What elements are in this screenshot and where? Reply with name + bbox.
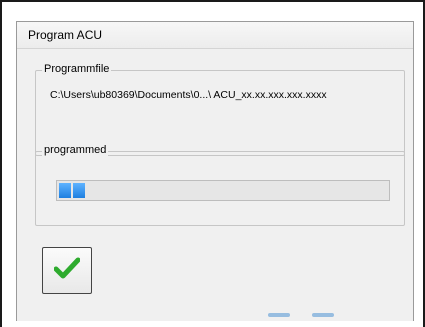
file-path: C:\Users\ub80369\Documents\0...\ ACU_xx.… [50, 89, 327, 101]
programmfile-label: Programmfile [42, 63, 112, 75]
programmed-group: programmed [35, 144, 405, 226]
window-title: Program ACU [28, 28, 103, 42]
checkmark-icon [53, 257, 81, 284]
program-acu-dialog: Program ACU Programmfile C:\Users\ub8036… [16, 21, 414, 321]
programmed-label: programmed [42, 144, 109, 156]
progress-segment [59, 183, 71, 198]
taskbar-mark [312, 313, 334, 317]
title-bar[interactable]: Program ACU [17, 22, 413, 49]
taskbar-mark [268, 313, 290, 317]
progress-fill [59, 183, 85, 198]
progress-bar [56, 180, 390, 201]
ok-button[interactable] [42, 247, 92, 294]
progress-segment [73, 183, 85, 198]
